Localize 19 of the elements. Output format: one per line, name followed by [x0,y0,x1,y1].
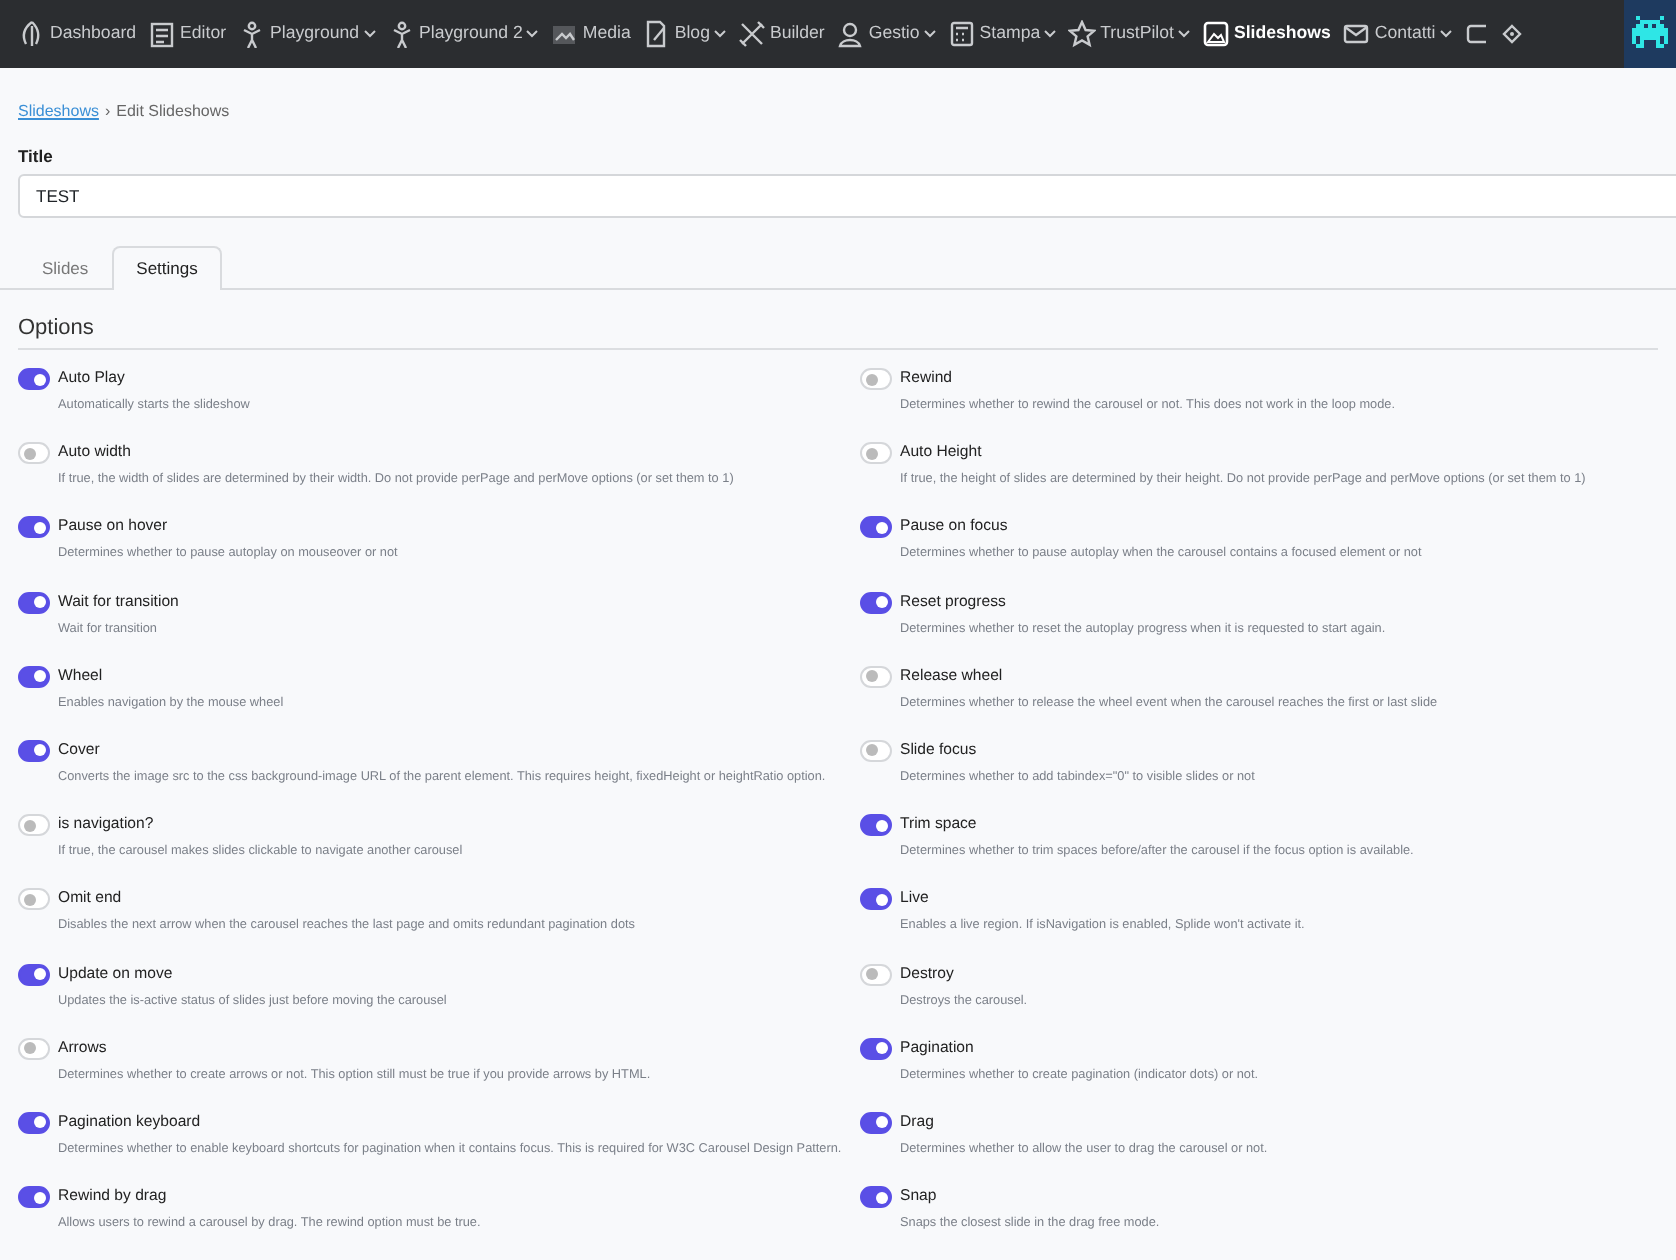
nav-item[interactable]: Slideshows [1195,6,1337,62]
nav-item[interactable]: Gestio [830,6,942,62]
section-heading: Options [18,314,1658,350]
nav-item[interactable]: Editor [142,6,233,62]
nav-item[interactable]: Contatti [1336,6,1458,62]
nav-item[interactable]: TrustPilot [1062,6,1196,62]
tab[interactable]: Slides [18,246,113,290]
nav-item[interactable]: Builder [731,6,831,62]
nav-item[interactable]: Dashboard [12,6,143,62]
breadcrumb-separator: › [104,102,111,120]
breadcrumb-current: Edit Slideshows [116,102,230,120]
nav-item[interactable]: Blog [636,6,732,62]
field-label: Title [18,146,55,168]
tab[interactable]: Settings [112,246,222,290]
nav-item[interactable]: Media [544,6,637,62]
nav-item[interactable]: Playground 2 [381,6,545,62]
title-input[interactable]: TEST [18,174,1676,218]
nav-item[interactable]: Stampa [941,6,1063,62]
nav-item[interactable]: Playground [232,6,382,62]
